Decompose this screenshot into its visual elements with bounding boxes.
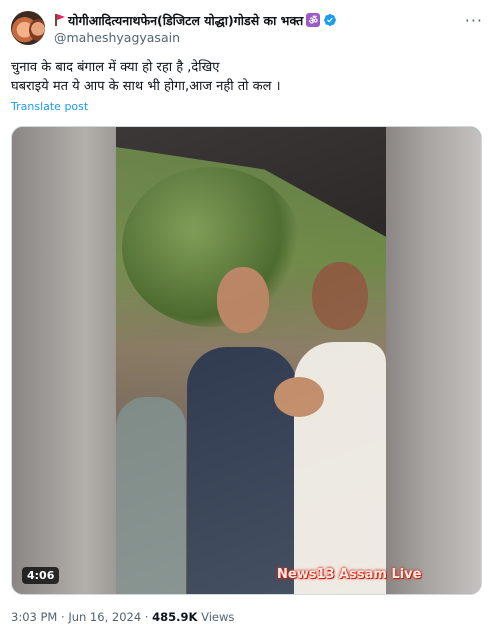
author-handle[interactable]: @maheshyagyasain [54, 30, 180, 45]
flag-icon [54, 14, 65, 26]
video-frame-wall-right [385, 127, 481, 594]
tweet-text-line: घबराइये मत ये आप के साथ भी होगा,आज नही त… [11, 79, 281, 94]
video-player[interactable]: 4:06 News13 Assam Live [11, 126, 482, 595]
video-frame-wall-left [12, 127, 116, 594]
tweet-text-line: चुनाव के बाद बंगाल में क्या हो रहा है ,द… [11, 60, 220, 75]
tweet-text: चुनाव के बाद बंगाल में क्या हो रहा है ,द… [11, 58, 481, 96]
author-name-row[interactable]: योगीआदित्यनाथफेन(डिजिटल योद्धा)गोडसे का … [54, 11, 337, 29]
post-time[interactable]: 3:03 PM [11, 610, 57, 624]
views-label: Views [197, 610, 235, 624]
om-emoji-icon: ॐ [306, 13, 321, 27]
verified-badge-icon [324, 14, 337, 26]
post-date[interactable]: Jun 16, 2024 [68, 610, 141, 624]
author-display-name[interactable]: योगीआदित्यनाथफेन(डिजिटल योद्धा)गोडसे का … [68, 12, 303, 29]
video-frame-glass-reflection [116, 127, 386, 594]
more-icon[interactable]: ··· [465, 11, 483, 30]
meta-separator: · [141, 610, 153, 624]
tweet: योगीआदित्यनाथफेन(डिजिटल योद्धा)गोडसे का … [0, 0, 493, 624]
translate-post-link[interactable]: Translate post [11, 100, 88, 113]
tweet-meta: 3:03 PM · Jun 16, 2024 · 485.9K Views [11, 610, 234, 624]
avatar[interactable] [11, 11, 45, 45]
video-watermark: News13 Assam Live [277, 567, 422, 582]
video-duration-badge: 4:06 [22, 567, 60, 584]
views-count: 485.9K [152, 610, 198, 624]
meta-separator: · [57, 610, 69, 624]
